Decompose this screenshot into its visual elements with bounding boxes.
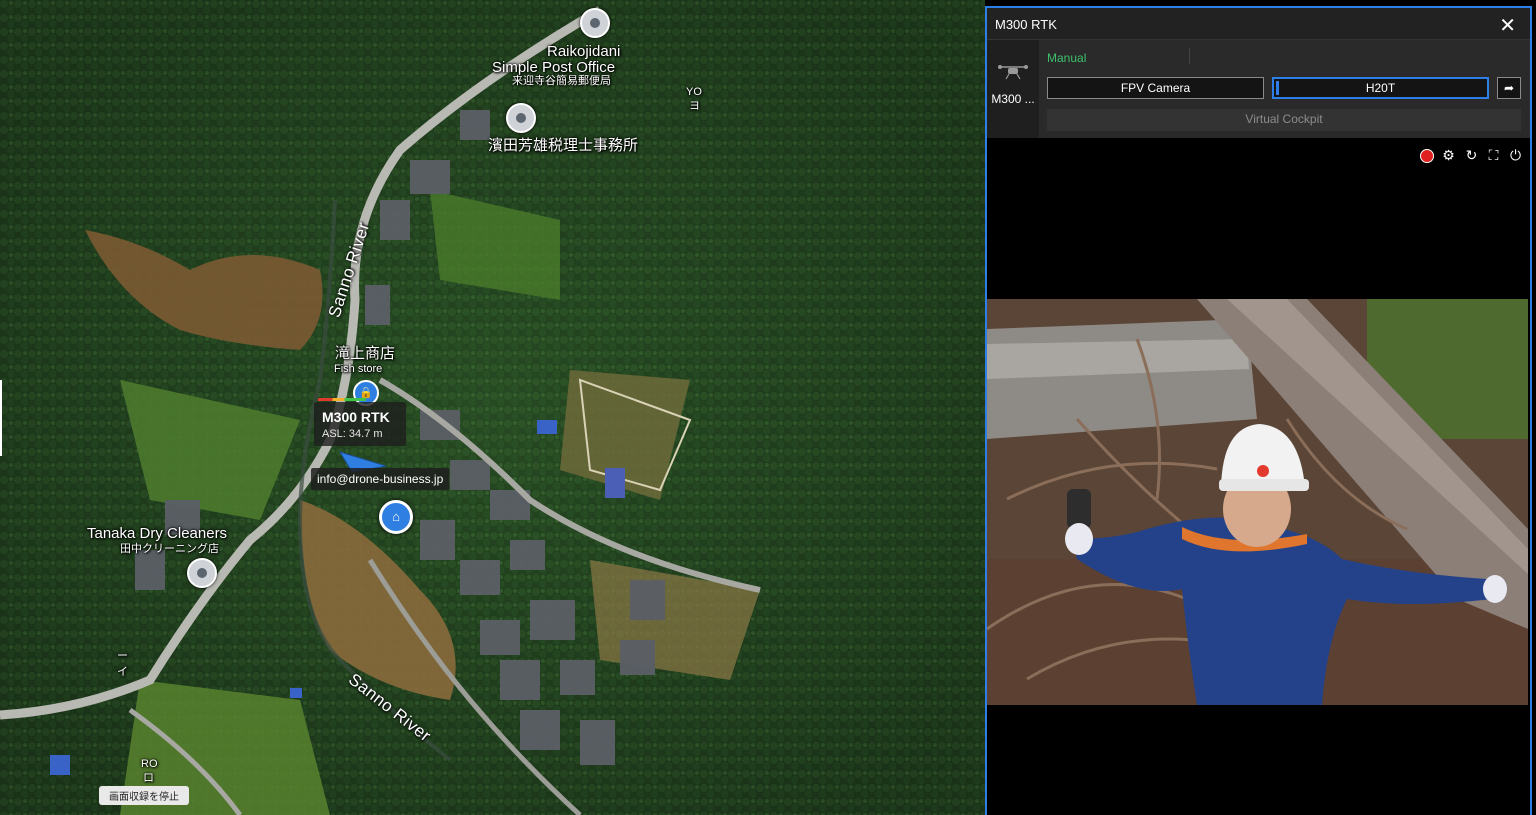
signal-strength-bar [318,398,366,401]
map-view[interactable]: Raikojidani Simple Post Office 来迎寺谷簡易郵便局… [0,0,985,815]
contact-tooltip: info@drone-business.jp [311,468,450,490]
settings-icon[interactable]: ⚙ [1441,148,1456,163]
flight-mode: Manual [1047,51,1087,65]
area-mark-dash: ー [117,650,128,662]
stop-recording-button[interactable]: 画面収録を停止 [99,786,189,805]
poi-label-raikojidani: Raikojidani [547,43,621,60]
refresh-icon[interactable]: ↻ [1464,148,1479,163]
poi-label-simple-post-office: Simple Post Office [492,59,616,76]
h20t-label: H20T [1365,81,1396,95]
record-icon[interactable] [1420,149,1434,163]
panel-titlebar: M300 RTK ✕ [987,8,1530,40]
area-mark-yo-ja: ヨ [689,100,700,112]
poi-label-dry-cleaners-ja: 田中クリーニング店 [120,543,219,555]
poi-label-post-office-ja: 来迎寺谷簡易郵便局 [512,75,611,87]
share-icon[interactable]: ➦ [1497,77,1521,99]
left-edge-handle[interactable] [0,380,2,456]
poi-label-fish-store: Fish store [334,363,383,375]
drone-icon [998,65,1028,80]
dry-cleaners-poi-icon[interactable] [187,558,217,588]
area-mark-yo: YO [686,86,702,98]
fpv-camera-button[interactable]: FPV Camera [1047,77,1264,99]
device-column[interactable]: M300 ... [987,40,1039,138]
poi-label-tanaka-dry-cleaners: Tanaka Dry Cleaners [87,525,228,542]
area-mark-i: イ [117,666,128,678]
post-office-poi-icon[interactable] [580,8,610,38]
fullscreen-icon[interactable]: ⛶ [1486,148,1501,163]
virtual-cockpit-button[interactable]: Virtual Cockpit [1047,109,1521,131]
home-point-icon[interactable]: ⌂ [379,500,413,534]
power-icon[interactable]: ⏻ [1508,148,1523,163]
tax-office-poi-icon[interactable] [506,103,536,133]
selected-marker [1276,81,1279,95]
toolbar-divider [1189,48,1190,64]
poi-label-fish-store-ja: 滝上商店 [335,345,396,362]
area-mark-ro: RO [141,758,158,770]
h20t-camera-button[interactable]: H20T [1272,77,1489,99]
satellite-imagery [0,0,985,815]
device-name: M300 ... [991,92,1035,106]
device-panel: M300 RTK ✕ M300 ... Manual FPV Camera H2… [985,6,1532,815]
camera-feed-image [987,299,1528,705]
panel-toolbar: M300 ... Manual FPV Camera H20T ➦ Virtua… [987,40,1530,138]
drone-name: M300 RTK [322,409,390,425]
panel-title: M300 RTK [995,17,1057,32]
video-area: ⚙ ↻ ⛶ ⏻ [987,138,1530,815]
area-mark-ro-ja: ロ [143,772,154,784]
close-icon[interactable]: ✕ [1499,13,1516,38]
drone-altitude: ASL: 34.7 m [322,428,383,440]
poi-label-tax-office-ja: 濱田芳雄税理士事務所 [488,137,639,154]
drone-info-card[interactable]: M300 RTK ASL: 34.7 m [314,398,406,446]
